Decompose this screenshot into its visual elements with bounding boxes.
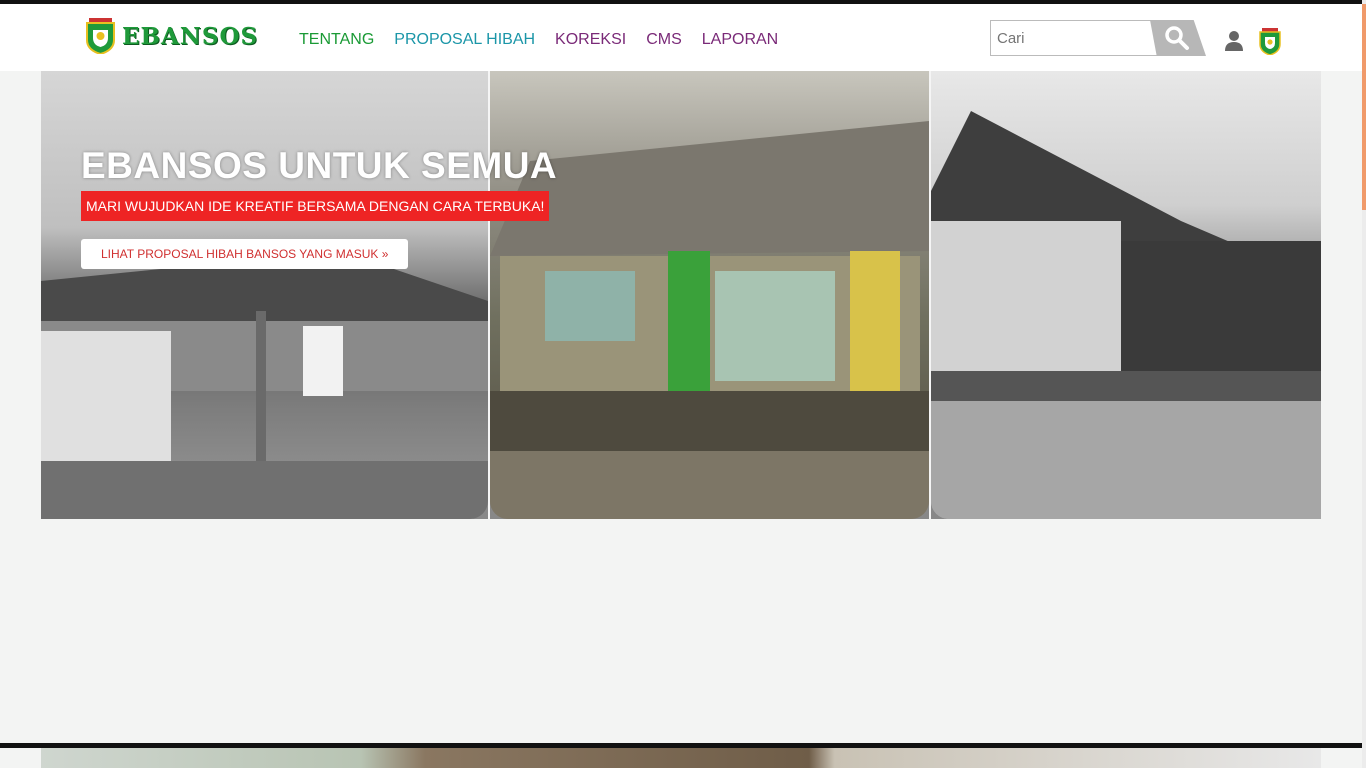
banten-emblem-icon [86,18,115,54]
nav-koreksi[interactable]: KOREKSI [555,31,626,49]
nav-laporan[interactable]: LAPORAN [702,31,778,49]
search-box [990,20,1206,56]
search-input[interactable] [990,20,1174,56]
scrollbar-thumb[interactable] [1362,4,1366,210]
nav-tentang[interactable]: TENTANG [299,31,374,49]
nav-cms[interactable]: CMS [646,31,682,49]
nav-proposal-hibah[interactable]: PROPOSAL HIBAH [394,31,535,49]
view-proposals-button[interactable]: LIHAT PROPOSAL HIBAH BANSOS YANG MASUK » [81,239,409,269]
logo-text: EBANSOS [122,22,259,50]
main-nav: TENTANG PROPOSAL HIBAH KOREKSI CMS LAPOR… [299,31,778,49]
hero-banner: EBANSOS UNTUK SEMUA MARI WUJUDKAN IDE KR… [41,71,1321,519]
site-logo[interactable]: EBANSOS [84,18,258,54]
hero-title: EBANSOS UNTUK SEMUA [81,145,558,186]
house-illustration-left [41,251,488,519]
search-button[interactable] [1150,20,1206,56]
next-section-photo [41,748,1321,768]
user-icon[interactable] [1224,30,1244,52]
hero-photo-house-right [931,71,1321,519]
house-illustration-right [931,111,1321,519]
search-icon [1165,26,1189,50]
hero-photo-house-center [490,71,929,519]
hero-subtitle: MARI WUJUDKAN IDE KREATIF BERSAMA DENGAN… [81,191,550,221]
hero-photo-house-left [41,71,488,519]
house-illustration-center [490,121,929,519]
banten-emblem-icon[interactable] [1258,28,1282,55]
site-header: EBANSOS TENTANG PROPOSAL HIBAH KOREKSI C… [0,4,1362,71]
